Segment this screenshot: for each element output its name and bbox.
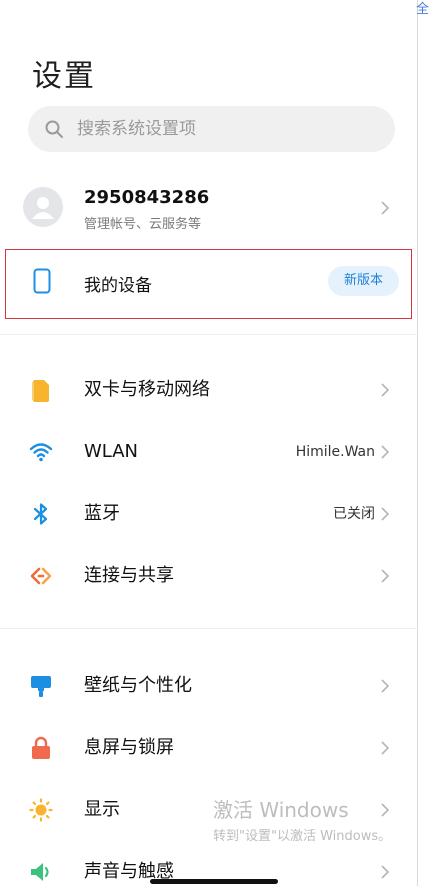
home-indicator[interactable] (150, 879, 278, 884)
settings-item-wlan[interactable]: WLAN Himile.Wan (0, 425, 418, 479)
settings-item-label: 显示 (84, 799, 120, 820)
chevron-right-icon (381, 507, 390, 521)
settings-screen: 全 设置 搜索系统设置项 2950843286 管理帐号、云服务等 我的设备 新… (0, 0, 429, 886)
watermark-subtitle: 转到"设置"以激活 Windows。 (213, 829, 392, 844)
search-placeholder: 搜索系统设置项 (77, 119, 196, 139)
settings-item-label: 双卡与移动网络 (84, 379, 210, 400)
search-bar[interactable]: 搜索系统设置项 (28, 106, 395, 152)
sound-icon (31, 863, 49, 881)
settings-item-label: WLAN (84, 441, 139, 462)
settings-item-connection-sharing[interactable]: 连接与共享 (0, 549, 418, 603)
my-device-label: 我的设备 (84, 276, 152, 296)
settings-item-sim[interactable]: 双卡与移动网络 (0, 363, 418, 417)
my-device-row[interactable]: 我的设备 新版本 (5, 249, 412, 319)
watermark-title: 激活 Windows (213, 798, 349, 822)
page-title: 设置 (32, 59, 96, 94)
share-icon (30, 567, 52, 585)
chevron-right-icon (381, 865, 390, 879)
settings-item-label: 连接与共享 (84, 565, 174, 586)
wallpaper-icon (31, 676, 51, 697)
brightness-icon (29, 798, 53, 822)
settings-item-wallpaper[interactable]: 壁纸与个性化 (0, 659, 418, 713)
settings-item-label: 蓝牙 (84, 503, 120, 524)
account-name: 2950843286 (84, 187, 210, 208)
account-subtitle: 管理帐号、云服务等 (84, 217, 202, 232)
account-row[interactable]: 2950843286 管理帐号、云服务等 (0, 180, 418, 240)
edge-glyph: 全 (415, 2, 429, 17)
settings-item-value: 已关闭 (333, 506, 375, 522)
settings-item-value: Himile.Wan (295, 444, 375, 460)
bluetooth-icon (33, 503, 48, 525)
chevron-right-icon (381, 445, 390, 459)
lock-icon (32, 736, 50, 759)
phone-icon (33, 268, 51, 294)
chevron-right-icon (381, 569, 390, 583)
settings-item-bluetooth[interactable]: 蓝牙 已关闭 (0, 487, 418, 541)
window-edge: 全 (415, 0, 429, 886)
chevron-right-icon (381, 383, 390, 397)
chevron-right-icon (381, 201, 390, 215)
settings-item-lock-screen[interactable]: 息屏与锁屏 (0, 721, 418, 775)
settings-item-label: 壁纸与个性化 (84, 675, 192, 696)
sim-card-icon (32, 380, 49, 402)
settings-item-label: 息屏与锁屏 (84, 737, 174, 758)
section-divider (0, 628, 418, 629)
chevron-right-icon (381, 679, 390, 693)
avatar-icon (23, 187, 63, 227)
section-divider (0, 334, 418, 335)
search-icon (45, 120, 63, 138)
new-version-badge[interactable]: 新版本 (328, 266, 399, 296)
wifi-icon (29, 443, 53, 462)
windows-activation-watermark: 激活 Windows 转到"设置"以激活 Windows。 (213, 797, 391, 847)
chevron-right-icon (381, 741, 390, 755)
